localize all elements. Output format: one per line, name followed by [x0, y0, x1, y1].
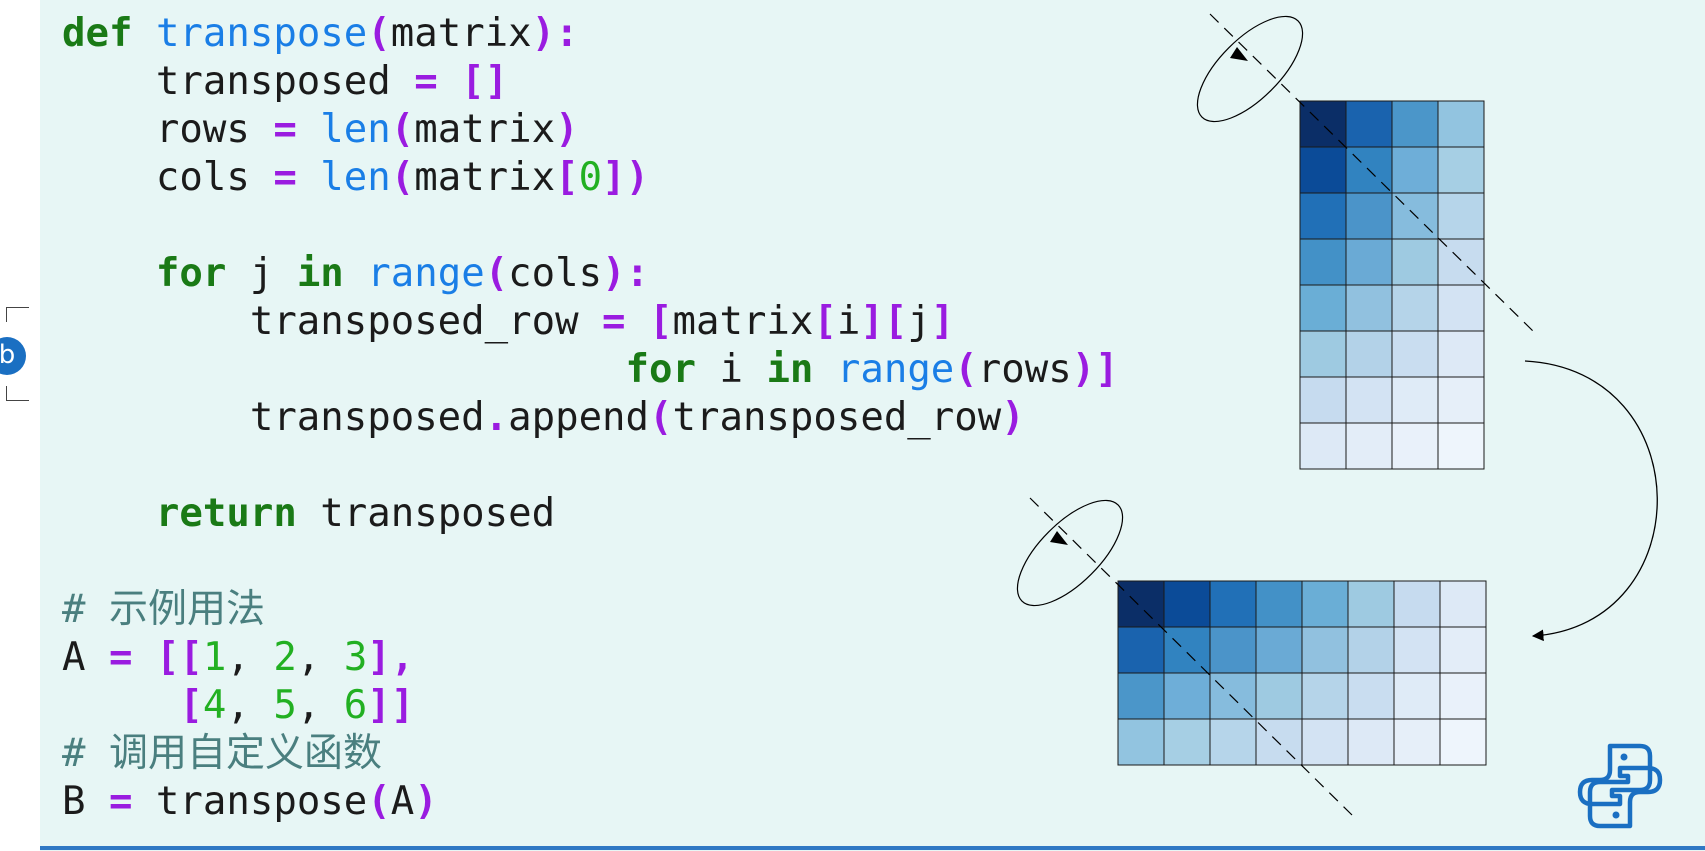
matrix-before-cell	[1345, 238, 1393, 286]
matrix-after-cell	[1209, 580, 1257, 628]
matrix-after-cell	[1255, 718, 1303, 766]
matrix-after-cell	[1347, 718, 1395, 766]
matrix-before-cell	[1391, 100, 1439, 148]
matrix-after-cell	[1393, 672, 1441, 720]
matrix-before-cell	[1299, 284, 1347, 332]
matrix-after-cell	[1209, 626, 1257, 674]
matrix-before-cell	[1345, 284, 1393, 332]
matrix-before-cell	[1345, 192, 1393, 240]
matrix-before	[1299, 100, 1485, 470]
matrix-after-cell	[1117, 580, 1165, 628]
matrix-after-cell	[1439, 718, 1487, 766]
matrix-before-cell	[1299, 238, 1347, 286]
rotate-arrow-icon	[1196, 15, 1304, 123]
matrix-after-cell	[1347, 626, 1395, 674]
matrix-before-cell	[1299, 422, 1347, 470]
matrix-after-cell	[1117, 718, 1165, 766]
matrix-after-cell	[1255, 672, 1303, 720]
matrix-after-cell	[1347, 672, 1395, 720]
matrix-before-cell	[1391, 146, 1439, 194]
matrix-before-cell	[1437, 284, 1485, 332]
matrix-before-cell	[1345, 330, 1393, 378]
transpose-diagram	[1016, 13, 1663, 829]
matrix-before-cell	[1345, 422, 1393, 470]
matrix-before-cell	[1437, 376, 1485, 424]
matrix-before-cell	[1299, 192, 1347, 240]
matrix-after-cell	[1301, 672, 1349, 720]
matrix-before-cell	[1299, 330, 1347, 378]
matrix-after-cell	[1301, 626, 1349, 674]
matrix-after-cell	[1163, 672, 1211, 720]
matrix-before-cell	[1437, 192, 1485, 240]
matrix-after-cell	[1209, 672, 1257, 720]
matrix-after-cell	[1439, 580, 1487, 628]
matrix-before-cell	[1345, 376, 1393, 424]
matrix-after-cell	[1393, 718, 1441, 766]
matrix-after-cell	[1301, 580, 1349, 628]
matrix-after-cell	[1347, 580, 1395, 628]
matrix-before-cell	[1391, 238, 1439, 286]
matrix-before-cell	[1391, 330, 1439, 378]
matrix-before-cell	[1437, 238, 1485, 286]
matrix-before-cell	[1345, 100, 1393, 148]
matrix-after-cell	[1393, 580, 1441, 628]
matrix-before-cell	[1391, 422, 1439, 470]
matrix-before-cell	[1391, 284, 1439, 332]
matrix-before-cell	[1437, 422, 1485, 470]
matrix-after-cell	[1117, 672, 1165, 720]
matrix-after-cell	[1163, 580, 1211, 628]
matrix-after-cell	[1301, 718, 1349, 766]
matrix-before-cell	[1299, 146, 1347, 194]
matrix-after-cell	[1209, 718, 1257, 766]
matrix-after-cell	[1163, 718, 1211, 766]
matrix-after-cell	[1117, 626, 1165, 674]
matrix-after-cell	[1255, 580, 1303, 628]
matrix-before-cell	[1299, 376, 1347, 424]
matrix-before-cell	[1437, 100, 1485, 148]
matrix-after-cell	[1393, 626, 1441, 674]
python-logo-icon	[1577, 743, 1663, 829]
matrix-after	[1117, 580, 1487, 766]
matrix-after-cell	[1163, 626, 1211, 674]
matrix-after-cell	[1439, 672, 1487, 720]
curved-arrow-icon	[1524, 360, 1658, 642]
matrix-before-cell	[1437, 330, 1485, 378]
matrix-before-cell	[1437, 146, 1485, 194]
matrix-before-cell	[1391, 376, 1439, 424]
matrix-after-cell	[1255, 626, 1303, 674]
matrix-after-cell	[1439, 626, 1487, 674]
